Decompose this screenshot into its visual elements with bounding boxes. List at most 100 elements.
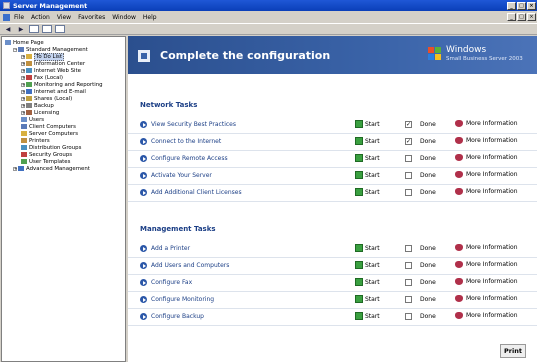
start-label: Start	[365, 188, 380, 196]
expand-icon[interactable]: +	[21, 82, 25, 87]
menu-window[interactable]: Window	[112, 14, 136, 21]
tree-item[interactable]: + Shares (Local)	[21, 95, 72, 102]
expand-icon[interactable]: +	[21, 103, 25, 108]
menu-file[interactable]: File	[14, 14, 24, 21]
tree-item[interactable]: + Information Center	[21, 60, 85, 67]
tree-item[interactable]: Home Page	[5, 39, 44, 46]
menu-favorites[interactable]: Favorites	[78, 14, 105, 21]
more-information-icon	[455, 295, 463, 302]
menu-help[interactable]: Help	[143, 14, 157, 21]
tree-item[interactable]: + Advanced Management	[13, 165, 90, 172]
task-link[interactable]: Add Users and Computers	[151, 262, 229, 269]
section-title: Management Tasks	[140, 225, 216, 233]
tree-item[interactable]: + Monitoring and Reporting	[21, 81, 103, 88]
more-information-icon	[455, 154, 463, 161]
start-icon	[355, 295, 363, 303]
done-checkbox[interactable]	[405, 296, 412, 303]
more-information-link[interactable]: More Information	[455, 154, 518, 161]
expand-icon[interactable]: +	[21, 61, 25, 66]
expand-icon[interactable]: +	[21, 89, 25, 94]
child-close-button[interactable]: ×	[527, 13, 536, 21]
done-label: Done	[420, 262, 436, 269]
done-checkbox[interactable]	[405, 189, 412, 196]
done-checkbox[interactable]	[405, 155, 412, 162]
tree-item[interactable]: + Internet and E-mail	[21, 88, 86, 95]
menu-action[interactable]: Action	[31, 14, 50, 21]
tree-item[interactable]: Server Computers	[21, 130, 78, 137]
expand-icon[interactable]: +	[21, 68, 25, 73]
show-tree-icon[interactable]	[29, 25, 39, 33]
start-button[interactable]: Start	[355, 137, 380, 145]
task-link[interactable]: Add a Printer	[151, 245, 190, 252]
expand-icon[interactable]: −	[13, 47, 17, 52]
more-information-link[interactable]: More Information	[455, 278, 518, 285]
expand-icon[interactable]: +	[21, 110, 25, 115]
done-label: Done	[420, 296, 436, 303]
task-link[interactable]: Configure Remote Access	[151, 155, 228, 162]
menu-view[interactable]: View	[57, 14, 71, 21]
start-button[interactable]: Start	[355, 278, 380, 286]
start-button[interactable]: Start	[355, 171, 380, 179]
task-link[interactable]: Configure Fax	[151, 279, 192, 286]
task-link[interactable]: View Security Best Practices	[151, 121, 236, 128]
tree-item[interactable]: Users	[21, 116, 44, 123]
task-link[interactable]: Activate Your Server	[151, 172, 212, 179]
start-button[interactable]: Start	[355, 312, 380, 320]
minimize-button[interactable]: _	[507, 1, 516, 10]
print-button[interactable]: Print	[500, 344, 526, 358]
maximize-button[interactable]: □	[517, 1, 526, 10]
task-link[interactable]: Configure Monitoring	[151, 296, 214, 303]
more-information-link[interactable]: More Information	[455, 261, 518, 268]
done-checkbox[interactable]	[405, 279, 412, 286]
tree-item[interactable]: + Internet Web Site	[21, 67, 81, 74]
tree-item[interactable]: Security Groups	[21, 151, 72, 158]
tree-item[interactable]: + Backup	[21, 102, 54, 109]
done-checkbox[interactable]: ✓	[405, 138, 412, 145]
tree-node-icon	[26, 82, 32, 87]
start-button[interactable]: Start	[355, 154, 380, 162]
child-minimize-button[interactable]: _	[507, 13, 516, 21]
expand-icon[interactable]: +	[21, 96, 25, 101]
tree-node-icon	[18, 47, 24, 52]
tree-item[interactable]: Printers	[21, 137, 50, 144]
back-icon[interactable]: ◀	[3, 25, 13, 33]
more-information-link[interactable]: More Information	[455, 312, 518, 319]
tree-item[interactable]: User Templates	[21, 158, 70, 165]
start-icon	[355, 171, 363, 179]
more-information-link[interactable]: More Information	[455, 137, 518, 144]
done-checkbox[interactable]	[405, 262, 412, 269]
title-bar[interactable]: Server Management _ □ ×	[0, 0, 537, 11]
forward-icon[interactable]: ▶	[16, 25, 26, 33]
expand-icon[interactable]: +	[21, 75, 25, 80]
more-information-link[interactable]: More Information	[455, 295, 518, 302]
start-button[interactable]: Start	[355, 295, 380, 303]
tree-item[interactable]: + Licensing	[21, 109, 59, 116]
start-button[interactable]: Start	[355, 120, 380, 128]
tree-node-icon	[26, 68, 32, 73]
properties-icon[interactable]	[42, 25, 52, 33]
tree-item[interactable]: Client Computers	[21, 123, 76, 130]
tree-item[interactable]: + To Do List	[21, 52, 64, 61]
task-row: Add Additional Client Licenses Start Done M…	[128, 185, 537, 202]
child-restore-button[interactable]: □	[517, 13, 526, 21]
close-button[interactable]: ×	[527, 1, 536, 10]
start-button[interactable]: Start	[355, 244, 380, 252]
expand-icon[interactable]: +	[21, 54, 25, 59]
task-link[interactable]: Configure Backup	[151, 313, 204, 320]
tree-item[interactable]: Distribution Groups	[21, 144, 81, 151]
start-button[interactable]: Start	[355, 188, 380, 196]
more-information-link[interactable]: More Information	[455, 188, 518, 195]
done-checkbox[interactable]	[405, 313, 412, 320]
task-link[interactable]: Add Additional Client Licenses	[151, 189, 242, 196]
expand-icon[interactable]: +	[13, 166, 17, 171]
start-button[interactable]: Start	[355, 261, 380, 269]
done-checkbox[interactable]: ✓	[405, 121, 412, 128]
done-checkbox[interactable]	[405, 245, 412, 252]
more-information-link[interactable]: More Information	[455, 120, 518, 127]
tree-item[interactable]: + Fax (Local)	[21, 74, 63, 81]
more-information-link[interactable]: More Information	[455, 171, 518, 178]
more-information-link[interactable]: More Information	[455, 244, 518, 251]
task-link[interactable]: Connect to the Internet	[151, 138, 221, 145]
done-checkbox[interactable]	[405, 172, 412, 179]
help-icon[interactable]	[55, 25, 65, 33]
